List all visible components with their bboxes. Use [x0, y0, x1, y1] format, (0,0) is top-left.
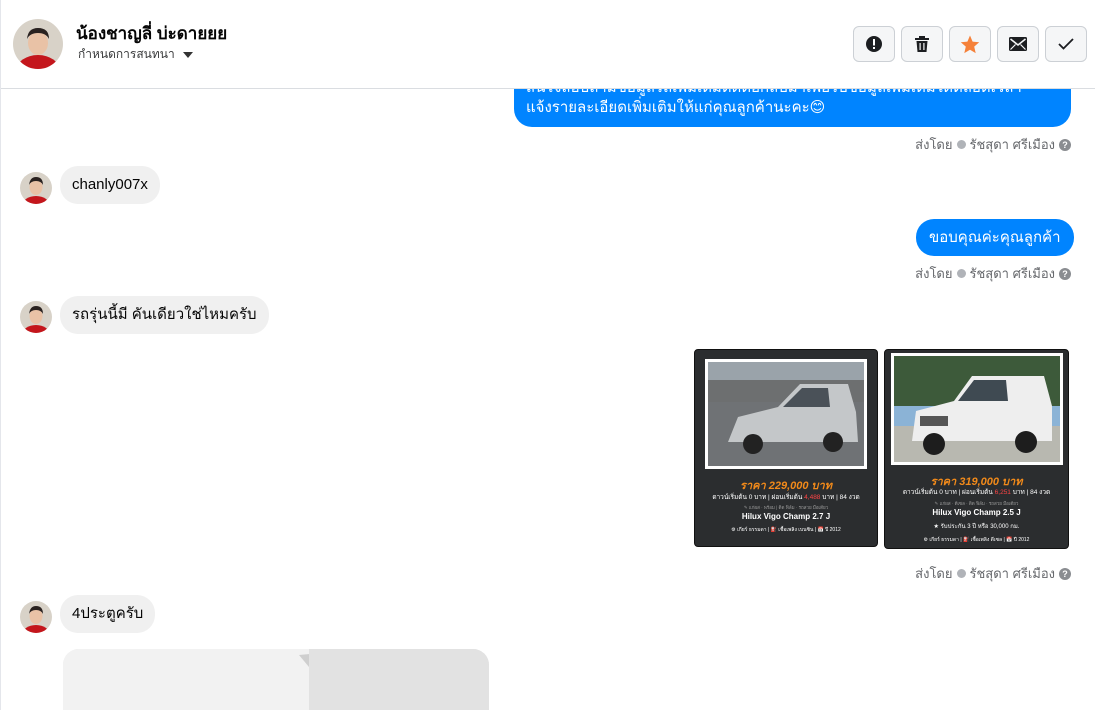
incoming-message[interactable]: รถรุ่นนี้มี คันเดียวใช่ไหมครับ: [60, 296, 269, 334]
delete-button[interactable]: [901, 26, 943, 62]
sent-by-meta: ส่งโดย รัชสุดา ศรีเมือง ?: [915, 563, 1071, 584]
sent-by-meta: ส่งโดย รัชสุดา ศรีเมือง ?: [915, 134, 1071, 155]
incoming-image-attachment[interactable]: [63, 649, 489, 710]
car-listing-image[interactable]: ราคา 229,000 บาท ดาวน์เริ่มต้น 0 บาท | ผ…: [694, 349, 878, 547]
trash-icon: [915, 36, 929, 52]
help-icon[interactable]: ?: [1059, 267, 1071, 280]
sender-name[interactable]: รัชสุดา ศรีเมือง: [970, 263, 1056, 284]
sent-by-meta: ส่งโดย รัชสุดา ศรีเมือง ?: [915, 263, 1071, 284]
help-icon[interactable]: ?: [1059, 138, 1071, 151]
message-text-line: สนใจสอบถามขอมูลรถเพิ่มเติมติดตอกลับมาเพื…: [526, 89, 1059, 98]
incoming-message[interactable]: 4ประตูครับ: [60, 595, 156, 633]
terms-text: ดาวน์เริ่มต้น 0 บาท | ผ่อนเริ่มต้น: [902, 489, 995, 496]
conversation-panel: น้องชาญลี่ บ่ะดายยย กำหนดการสนทนา แจ้งรา…: [0, 0, 1095, 710]
terms-text: บาท | 84 งวด: [820, 494, 860, 501]
car-tags: ✎ แก่ผส · ดีเซล · ติด ฟิล์ม · รถสวย มือเ…: [934, 501, 1019, 506]
terms-text: บาท | 84 งวด: [1010, 489, 1051, 496]
car-warranty: ★ รับประกัน 3 ปี หรือ 30,000 กม.: [933, 524, 1020, 530]
contact-avatar[interactable]: [13, 19, 63, 69]
terms-text: ดาวน์เริ่มต้น 0 บาท | ผ่อนเริ่มต้น: [712, 494, 805, 501]
star-button[interactable]: [949, 26, 991, 62]
spam-report-button[interactable]: [853, 26, 895, 62]
sender-name[interactable]: รัชสุดา ศรีเมือง: [970, 563, 1056, 584]
car-specs: ⚙ เกียร์ ธรรมดา | ⛽ เชื้อเพลิง เบนซิน | …: [731, 527, 841, 533]
help-icon[interactable]: ?: [1059, 567, 1071, 580]
car-model: Hilux Vigo Champ 2.5 J: [932, 508, 1021, 517]
exclamation-icon: [866, 36, 882, 52]
mark-unread-button[interactable]: [997, 26, 1039, 62]
car-listing-image[interactable]: ราคา 319,000 บาท ดาวน์เริ่มต้น 0 บาท | ผ…: [884, 349, 1069, 549]
page-dot-icon: [956, 140, 966, 149]
assign-conversation-dropdown[interactable]: กำหนดการสนทนา: [78, 45, 193, 64]
car-terms: ดาวน์เริ่มต้น 0 บาท | ผ่อนเริ่มต้น 4,488…: [695, 492, 877, 502]
car-tags: ✎ แก่ผส · พร้อม | ติด ฟิล์ม · รถสวย มือเ…: [743, 505, 829, 510]
envelope-icon: [1009, 37, 1027, 51]
sent-by-label: ส่งโดย: [915, 137, 953, 152]
page-dot-icon: [956, 569, 966, 578]
avatar[interactable]: [20, 172, 52, 204]
star-icon: [960, 35, 980, 53]
conversation-header: น้องชาญลี่ บ่ะดายยย กำหนดการสนทนา: [1, 0, 1095, 89]
outgoing-message[interactable]: สนใจสอบถามขอมูลรถเพิ่มเติมติดตอกลับมาเพื…: [514, 89, 1071, 127]
avatar[interactable]: [20, 301, 52, 333]
page-dot-icon: [956, 269, 966, 278]
caret-down-icon: [182, 51, 193, 58]
car-specs: ⚙ เกียร์ ธรรมดา | ⛽ เชื้อเพลิง ดีเซล | 📅…: [923, 537, 1030, 543]
monthly-amount: 4,488: [804, 494, 821, 501]
sent-by-label: ส่งโดย: [915, 566, 953, 581]
car-photo: [705, 359, 867, 469]
header-actions: [853, 26, 1087, 62]
contact-name[interactable]: น้องชาญลี่ บ่ะดายยย: [76, 20, 227, 47]
monthly-amount: 6,251: [994, 489, 1011, 496]
mark-done-button[interactable]: [1045, 26, 1087, 62]
message-text-line: แจ้งรายละเอียดเพิ่มเติมให้แก่คุณลูกค้านะ…: [526, 99, 826, 116]
sender-name[interactable]: รัชสุดา ศรีเมือง: [970, 134, 1056, 155]
outgoing-message[interactable]: ขอบคุณค่ะคุณลูกค้า: [916, 219, 1074, 256]
car-model: Hilux Vigo Champ 2.7 J: [741, 512, 831, 521]
car-terms: ดาวน์เริ่มต้น 0 บาท | ผ่อนเริ่มต้น 6,251…: [885, 487, 1068, 497]
incoming-message[interactable]: chanly007x: [60, 166, 160, 204]
sent-by-label: ส่งโดย: [915, 266, 953, 281]
assign-label: กำหนดการสนทนา: [78, 47, 175, 61]
check-icon: [1058, 38, 1074, 50]
message-list[interactable]: สนใจสอบถามขอมูลรถเพิ่มเติมติดตอกลับมาเพื…: [1, 89, 1095, 710]
car-photo: [891, 353, 1063, 465]
avatar[interactable]: [20, 601, 52, 633]
